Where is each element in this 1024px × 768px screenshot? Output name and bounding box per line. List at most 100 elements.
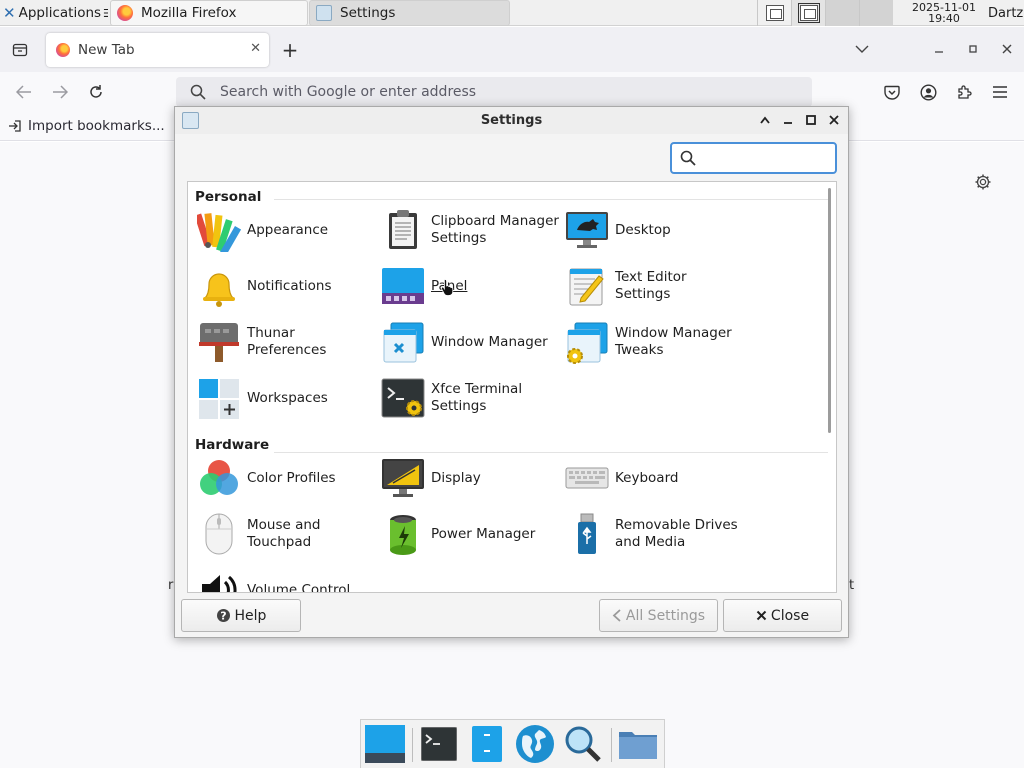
svg-text:?: ?: [220, 610, 226, 623]
settings-item-notifications[interactable]: Notifications: [197, 262, 377, 310]
user-menu-button[interactable]: Dartz: [988, 0, 1024, 26]
settings-item-label: Appearance: [247, 221, 329, 238]
app-menu-button[interactable]: [990, 82, 1010, 102]
battery-icon: [381, 512, 425, 556]
puzzle-icon: [958, 85, 972, 99]
workspace-thumbnail-icon: [797, 3, 820, 23]
show-desktop-icon: [365, 725, 405, 763]
top-panel: ✕ Applications ☰ Mozilla Firefox Setting…: [0, 0, 1024, 26]
settings-item-removable-drives[interactable]: Removable Drives and Media: [565, 510, 745, 558]
settings-item-xfce-terminal[interactable]: Xfce Terminal Settings: [381, 374, 561, 422]
account-button[interactable]: [918, 82, 938, 102]
settings-item-label: Mouse and Touchpad: [247, 517, 321, 550]
category-title-personal: Personal: [195, 189, 262, 205]
settings-item-keyboard[interactable]: Keyboard: [565, 454, 745, 502]
settings-item-workspaces[interactable]: Workspaces: [197, 374, 377, 422]
settings-app-icon: [316, 5, 332, 21]
firefox-view-button[interactable]: [10, 40, 30, 60]
applications-menu-label: Applications: [18, 5, 102, 21]
back-button[interactable]: [14, 82, 34, 102]
tab-new-tab[interactable]: New Tab ✕: [46, 33, 269, 67]
newtab-customize-button[interactable]: [972, 171, 994, 193]
dock-file-manager[interactable]: [467, 724, 507, 764]
workspaces-icon: [197, 376, 241, 420]
dock-folder[interactable]: [618, 724, 658, 764]
workspace-3-button[interactable]: [825, 0, 859, 26]
help-button-label: Help: [234, 607, 267, 624]
speaker-icon: [197, 568, 241, 592]
dock-terminal[interactable]: [419, 724, 459, 764]
settings-item-display[interactable]: Display: [381, 454, 561, 502]
category-title-hardware: Hardware: [195, 437, 270, 453]
forward-button[interactable]: [50, 82, 70, 102]
tab-close-icon[interactable]: ✕: [250, 41, 261, 56]
settings-search-field[interactable]: [670, 142, 837, 174]
settings-item-panel[interactable]: Panel: [381, 262, 561, 310]
workspace-2-button[interactable]: [791, 0, 825, 26]
settings-item-power-manager[interactable]: Power Manager: [381, 510, 561, 558]
settings-item-label: Text Editor Settings: [615, 269, 687, 302]
settings-item-label: Desktop: [615, 221, 671, 238]
settings-item-window-manager[interactable]: Window Manager: [381, 318, 561, 366]
dialog-titlebar[interactable]: Settings: [175, 107, 848, 134]
settings-item-window-manager-tweaks[interactable]: Window Manager Tweaks: [565, 318, 745, 366]
url-bar[interactable]: Search with Google or enter address: [176, 77, 812, 107]
firefox-icon: [56, 43, 70, 57]
new-tab-button[interactable]: +: [280, 38, 300, 62]
list-scrollbar[interactable]: [828, 188, 831, 433]
dock-show-desktop[interactable]: [365, 724, 405, 764]
settings-item-color-profiles[interactable]: Color Profiles: [197, 454, 377, 502]
settings-item-volume-control[interactable]: Volume Control: [197, 566, 377, 592]
minimize-button[interactable]: [779, 111, 797, 129]
reload-icon: [90, 85, 102, 98]
list-all-tabs-button[interactable]: [852, 40, 872, 58]
settings-item-label: Window Manager Tweaks: [615, 325, 732, 358]
maximize-button[interactable]: [802, 111, 820, 129]
shade-button[interactable]: [756, 111, 774, 129]
settings-item-mouse-touchpad[interactable]: Mouse and Touchpad: [197, 510, 377, 558]
settings-item-label: Color Profiles: [247, 469, 336, 486]
taskbar-settings-button[interactable]: Settings: [309, 0, 510, 26]
all-settings-button-label: All Settings: [625, 607, 706, 624]
workspace-4-button[interactable]: [859, 0, 893, 26]
settings-item-label: Clipboard Manager Settings: [431, 213, 559, 246]
close-icon: [1002, 44, 1012, 54]
settings-dialog: Settings Personal Appearance Clipboard M…: [174, 106, 849, 638]
maximize-window-button[interactable]: [964, 40, 982, 58]
extensions-button[interactable]: [954, 82, 974, 102]
thunar-icon: [197, 320, 241, 364]
minimize-icon: [784, 122, 792, 124]
settings-item-label: Workspaces: [247, 389, 328, 406]
import-bookmarks-link[interactable]: Import bookmarks...: [8, 116, 165, 136]
folder-icon: [619, 732, 657, 759]
reload-button[interactable]: [86, 82, 106, 102]
settings-item-label: Display: [431, 469, 481, 486]
all-settings-button[interactable]: All Settings: [599, 599, 718, 632]
settings-item-thunar[interactable]: Thunar Preferences: [197, 318, 377, 366]
close-window-button[interactable]: [998, 40, 1016, 58]
close-button[interactable]: [825, 111, 843, 129]
panel-clock[interactable]: 2025-11-01 19:40: [900, 0, 988, 26]
applications-menu-button[interactable]: ✕ Applications ☰: [0, 0, 108, 26]
workspace-switcher: [757, 0, 895, 26]
dock-web-browser[interactable]: [515, 724, 555, 764]
search-icon: [680, 150, 696, 166]
color-profiles-icon: [197, 456, 241, 500]
close-dialog-button[interactable]: Close: [723, 599, 842, 632]
firefox-view-icon: [12, 43, 28, 57]
display-icon: [381, 456, 425, 500]
settings-item-appearance[interactable]: Appearance: [194, 206, 377, 258]
dock-app-finder[interactable]: [563, 724, 603, 764]
help-button[interactable]: ? Help: [181, 599, 301, 632]
dock-separator: [611, 728, 612, 762]
minimize-window-button[interactable]: [930, 40, 948, 58]
workspace-1-button[interactable]: [757, 0, 791, 26]
settings-search-input[interactable]: [702, 149, 822, 167]
settings-item-text-editor[interactable]: Text Editor Settings: [565, 262, 745, 310]
page-text-fragment: t: [849, 578, 855, 593]
pocket-button[interactable]: [882, 82, 902, 102]
settings-item-desktop[interactable]: Desktop: [565, 206, 745, 254]
taskbar-firefox-button[interactable]: Mozilla Firefox: [110, 0, 308, 26]
settings-item-clipboard-manager[interactable]: Clipboard Manager Settings: [381, 206, 561, 254]
text-editor-icon: [565, 264, 609, 308]
